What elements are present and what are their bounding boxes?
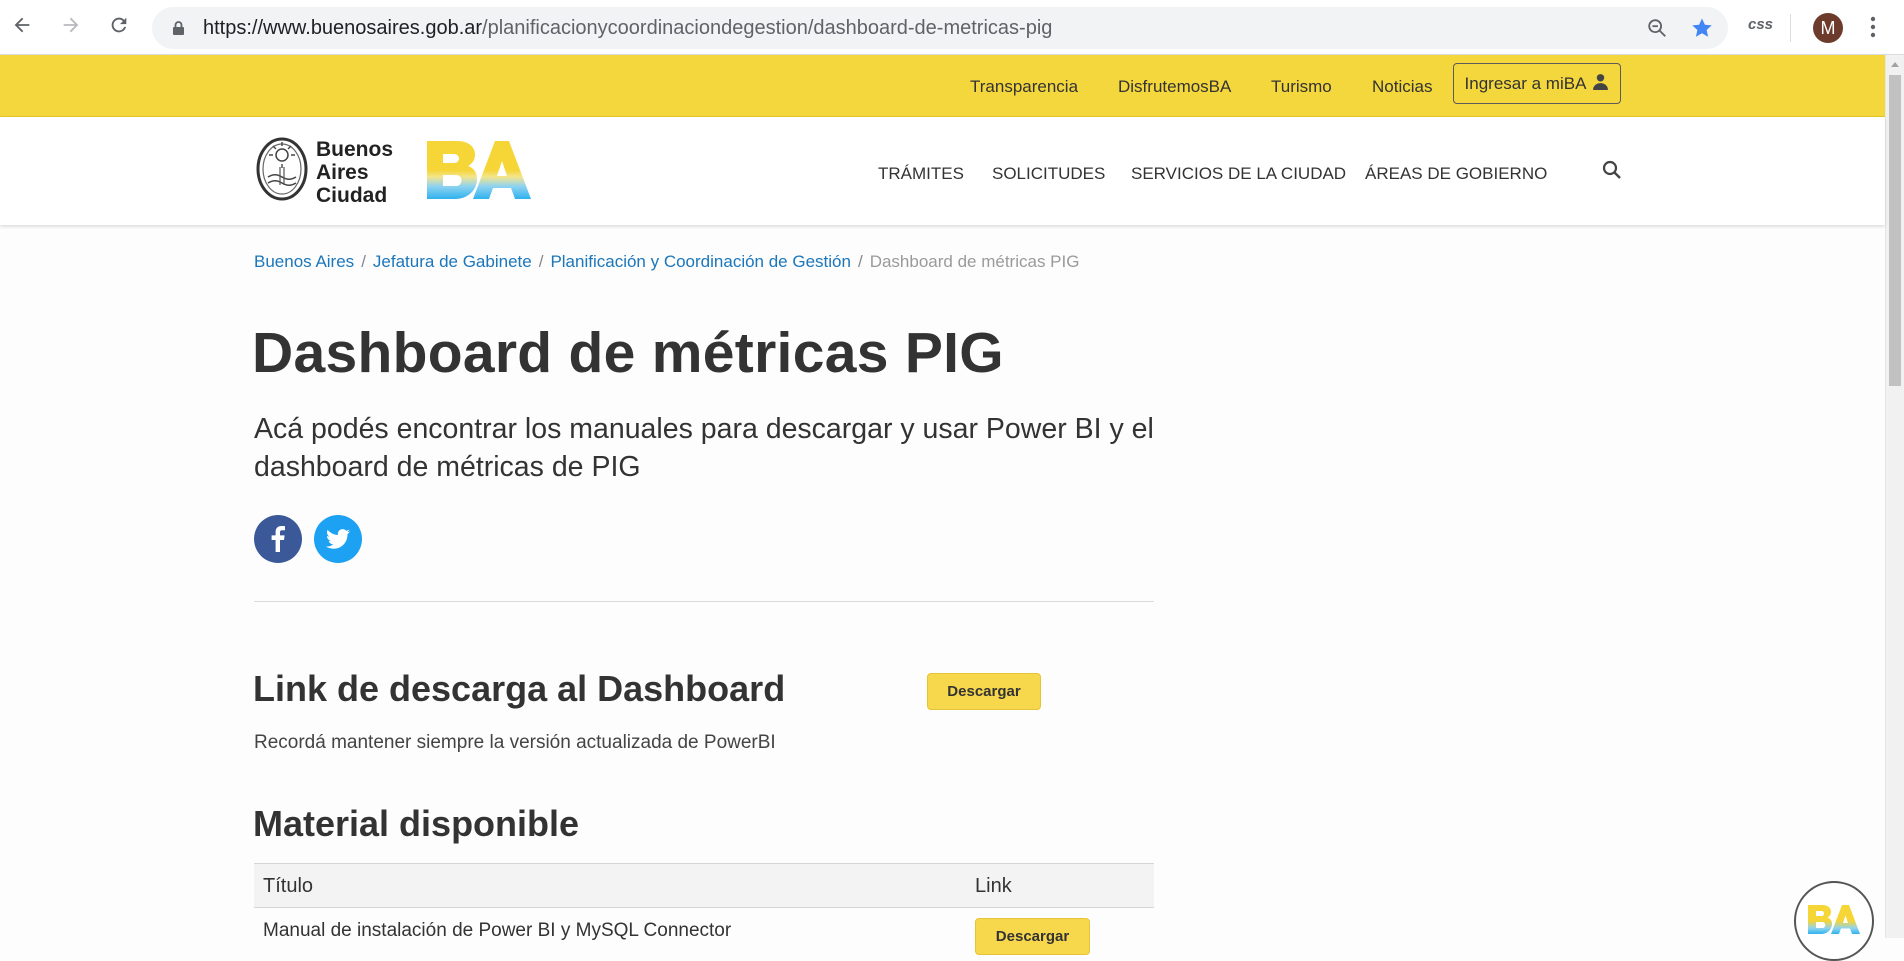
breadcrumb-separator: / — [361, 252, 366, 271]
browser-toolbar: https://www.buenosaires.gob.ar/planifica… — [0, 0, 1904, 55]
profile-avatar[interactable]: M — [1813, 13, 1843, 43]
forward-arrow-icon[interactable] — [58, 12, 84, 38]
dashboard-download-button[interactable]: Descargar — [927, 673, 1041, 710]
page-subtitle: Acá podés encontrar los manuales para de… — [254, 413, 1154, 483]
powerbi-version-note: Recordá mantener siempre la versión actu… — [254, 732, 776, 753]
site-header: Buenos Aires Ciudad TRÁMITES SOLICITUDES… — [0, 117, 1885, 225]
login-miba-label: Ingresar a miBA — [1464, 73, 1587, 93]
nav-servicios-de-la-ciudad[interactable]: SERVICIOS DE LA CIUDAD — [1131, 164, 1346, 184]
breadcrumb-link-planificacion[interactable]: Planificación y Coordinación de Gestión — [550, 252, 851, 271]
topbar-link-turismo[interactable]: Turismo — [1271, 77, 1332, 97]
url-text[interactable]: https://www.buenosaires.gob.ar/planifica… — [203, 17, 1052, 40]
breadcrumb: Buenos Aires / Jefatura de Gabinete / Planif… — [254, 252, 1079, 272]
table-header-titulo: Título — [263, 875, 314, 897]
nav-solicitudes[interactable]: SOLICITUDES — [992, 164, 1105, 184]
buenos-aires-ciudad-logo-text[interactable]: Buenos Aires Ciudad — [316, 138, 393, 207]
zoom-icon[interactable] — [1646, 17, 1668, 44]
manual-download-button[interactable]: Descargar — [975, 918, 1090, 955]
material-section-heading: Material disponible — [253, 803, 580, 844]
top-utility-bar: Transparencia DisfrutemosBA Turismo Noti… — [0, 55, 1885, 117]
login-miba-button[interactable]: Ingresar a miBA — [1453, 63, 1621, 104]
scroll-up-arrow-icon[interactable] — [1891, 62, 1899, 67]
nav-tramites[interactable]: TRÁMITES — [878, 164, 964, 184]
search-icon[interactable] — [1602, 160, 1622, 185]
topbar-link-noticias[interactable]: Noticias — [1372, 77, 1432, 97]
toolbar-divider — [1790, 14, 1791, 42]
reload-icon[interactable] — [106, 12, 132, 38]
breadcrumb-separator: / — [538, 252, 544, 271]
facebook-icon[interactable] — [254, 515, 302, 563]
table-header-link: Link — [975, 875, 1012, 897]
address-bar[interactable]: https://www.buenosaires.gob.ar/planifica… — [152, 7, 1728, 49]
topbar-link-disfrutemosba[interactable]: DisfrutemosBA — [1118, 77, 1231, 97]
breadcrumb-link-jefatura[interactable]: Jefatura de Gabinete — [373, 252, 532, 271]
topbar-link-transparencia[interactable]: Transparencia — [970, 77, 1078, 97]
twitter-icon[interactable] — [314, 515, 362, 563]
breadcrumb-separator: / — [857, 252, 863, 271]
ba-brand-logo[interactable] — [425, 139, 531, 206]
section-divider — [254, 601, 1154, 602]
css-extension-button[interactable]: css — [1748, 16, 1773, 33]
lock-icon — [172, 20, 185, 41]
scrollbar-thumb[interactable] — [1889, 75, 1901, 386]
kebab-menu-icon[interactable] — [1870, 14, 1876, 45]
breadcrumb-current: Dashboard de métricas PIG — [869, 252, 1080, 271]
breadcrumb-link-buenos-aires[interactable]: Buenos Aires — [254, 252, 354, 271]
back-arrow-icon[interactable] — [9, 12, 35, 38]
city-seal-logo[interactable] — [256, 137, 308, 206]
download-section-heading: Link de descarga al Dashboard — [253, 668, 786, 709]
table-header-row: Título Link — [254, 863, 1154, 908]
page-title: Dashboard de métricas PIG — [252, 321, 1004, 385]
user-icon — [1592, 73, 1609, 95]
ba-assistant-bubble[interactable] — [1794, 881, 1874, 961]
star-icon[interactable] — [1690, 16, 1714, 45]
table-row-title: Manual de instalación de Power BI y MySQ… — [263, 920, 732, 941]
page-scrollbar[interactable] — [1885, 55, 1904, 938]
nav-areas-de-gobierno[interactable]: ÁREAS DE GOBIERNO — [1365, 164, 1547, 184]
